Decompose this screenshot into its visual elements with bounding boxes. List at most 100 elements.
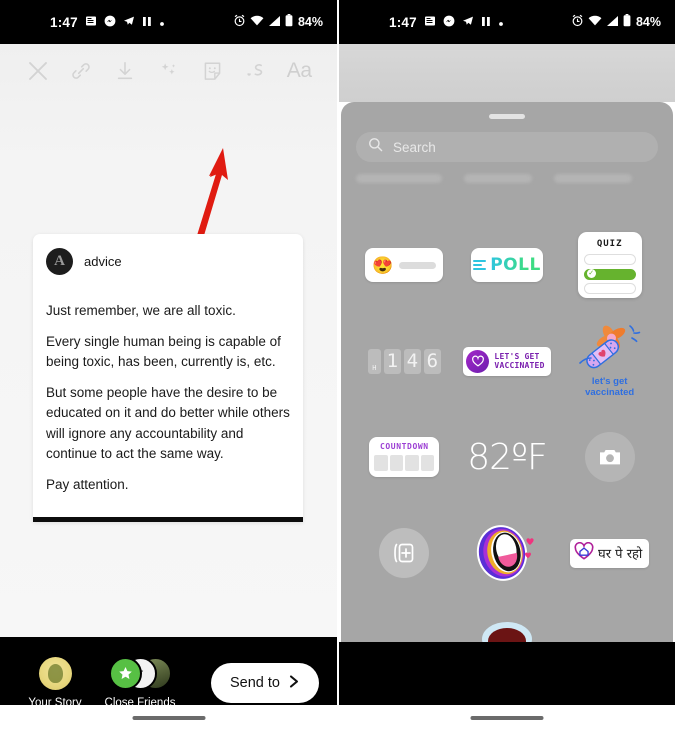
countdown-digit: 6 xyxy=(423,348,441,374)
sticker-row: COUNTDOWN 82ºF xyxy=(341,409,673,505)
status-left-group: 1:47 xyxy=(389,15,504,30)
wifi-icon xyxy=(250,15,264,30)
avatar: A xyxy=(46,248,73,275)
story-editor-canvas: Aa A advice Just remember, we are all to… xyxy=(0,44,337,637)
android-nav-area xyxy=(339,705,675,729)
close-friends-avatars: CF xyxy=(109,657,172,690)
countdown-unit: H xyxy=(367,348,381,374)
ghar-pe-raho-sticker[interactable]: घर पे रहो xyxy=(558,538,661,568)
telegram-icon xyxy=(123,15,135,30)
add-yours-sticker[interactable] xyxy=(353,528,456,578)
home-indicator[interactable] xyxy=(470,716,544,720)
quiz-sticker[interactable]: QUIZ xyxy=(558,232,661,298)
countdown-number-sticker[interactable]: H 1 4 6 xyxy=(353,348,456,374)
effects-icon[interactable] xyxy=(147,46,191,96)
emoji-slider-sticker[interactable]: 😍 xyxy=(353,248,456,282)
status-time: 1:47 xyxy=(389,14,417,30)
slider-track xyxy=(398,261,437,269)
quiz-option xyxy=(583,283,636,294)
telegram-icon xyxy=(462,15,474,30)
close-friends-button[interactable]: CF Close Friends xyxy=(92,657,188,709)
send-to-button[interactable]: Send to xyxy=(211,663,319,703)
status-bar-left: 1:47 84% xyxy=(0,0,337,44)
battery-percent: 84% xyxy=(635,15,661,29)
quiz-label: QUIZ xyxy=(596,239,623,249)
countdown-boxes xyxy=(374,455,435,471)
blurred-chip xyxy=(356,174,442,183)
send-to-label: Send to xyxy=(230,675,280,691)
blurred-chip xyxy=(554,174,632,183)
link-icon[interactable] xyxy=(60,46,104,96)
your-story-button[interactable]: Your Story xyxy=(18,657,92,709)
download-icon[interactable] xyxy=(103,46,147,96)
vax-art-line-2: vaccinated xyxy=(585,387,635,398)
heart-home-icon xyxy=(574,541,594,565)
pause-icon xyxy=(142,15,152,30)
sticker-row: 😍 POLL QUIZ xyxy=(341,217,673,313)
status-time: 1:47 xyxy=(50,14,78,30)
lets-get-vaccinated-art-sticker[interactable]: let's get vaccinated xyxy=(558,323,661,399)
sticker-tray: Search 😍 POLL QUIZ ✓ H 1 4 6 LET'S GET V… xyxy=(341,102,673,656)
quiz-option xyxy=(583,254,636,265)
story-text-card: A advice Just remember, we are all toxic… xyxy=(33,234,303,523)
search-input[interactable]: Search xyxy=(356,132,658,162)
search-icon xyxy=(368,137,383,157)
text-icon-label: Aa xyxy=(286,59,312,82)
messenger-icon xyxy=(443,15,455,30)
story-toolbar: Aa xyxy=(0,44,337,98)
card-paragraph: Pay attention. xyxy=(46,476,129,492)
card-header: A advice xyxy=(46,248,290,275)
bandage-flower-icon xyxy=(578,325,640,369)
home-indicator[interactable] xyxy=(132,716,205,720)
add-yours-icon xyxy=(379,528,430,578)
vax-line-2: VACCINATED xyxy=(494,361,545,370)
alarm-icon xyxy=(233,14,246,30)
lets-get-vaccinated-pill-sticker[interactable]: LET'S GET VACCINATED xyxy=(456,346,559,376)
android-nav-area xyxy=(0,705,337,729)
countdown-label: COUNTDOWN xyxy=(379,442,429,451)
messenger-icon xyxy=(104,15,116,30)
camera-icon xyxy=(584,432,635,482)
bottom-black-area xyxy=(339,642,675,705)
countdown-digit: 1 xyxy=(383,348,401,374)
battery-icon xyxy=(285,14,293,30)
search-placeholder: Search xyxy=(393,139,436,155)
status-left-group: 1:47 xyxy=(50,15,165,30)
poll-lines-icon xyxy=(473,260,487,270)
quiz-option-correct xyxy=(583,268,636,280)
left-phone-screen: 1:47 84% Aa A advice Just remember, we a… xyxy=(0,0,337,729)
sticker-row: H 1 4 6 LET'S GET VACCINATED let's get v… xyxy=(341,313,673,409)
pause-icon xyxy=(481,15,491,30)
sticker-icon[interactable] xyxy=(190,46,234,96)
close-friends-star-icon xyxy=(109,657,142,690)
status-right-group: 84% xyxy=(571,14,661,30)
recent-stickers-row-blurred xyxy=(341,162,673,183)
mouth-icon xyxy=(474,522,540,584)
card-paragraph: But some people have the desire to be ed… xyxy=(46,384,290,462)
temperature-label: 82ºF xyxy=(467,436,547,478)
partial-sticker-next-row[interactable] xyxy=(481,620,533,656)
signal-icon xyxy=(268,15,281,30)
news-icon xyxy=(85,15,97,30)
card-paragraph: Every single human being is capable of b… xyxy=(46,333,281,370)
dual-screenshot: 1:47 84% Aa A advice Just remember, we a… xyxy=(0,0,675,729)
card-paragraph: Just remember, we are all toxic. xyxy=(46,303,236,318)
dimmed-story-background xyxy=(339,44,675,102)
alarm-icon xyxy=(571,14,584,30)
countdown-sticker[interactable]: COUNTDOWN xyxy=(353,437,456,477)
sticker-row: घर पे रहो xyxy=(341,505,673,601)
close-icon[interactable] xyxy=(16,46,60,96)
heart-icon xyxy=(466,349,490,373)
mouth-sticker[interactable] xyxy=(456,522,559,584)
right-phone-screen: 1:47 84% Search 😍 POLL QUIZ ✓ H 1 4 6 LE… xyxy=(339,0,675,729)
news-icon xyxy=(424,15,436,30)
poll-sticker[interactable]: POLL xyxy=(456,248,559,282)
camera-sticker[interactable] xyxy=(558,432,661,482)
emoji-slider-emoji: 😍 xyxy=(372,255,394,275)
temperature-sticker[interactable]: 82ºF xyxy=(456,437,559,478)
drag-handle[interactable] xyxy=(489,114,525,119)
battery-icon xyxy=(623,14,631,30)
draw-icon[interactable] xyxy=(234,46,278,96)
text-icon[interactable]: Aa xyxy=(277,46,321,96)
dot-icon xyxy=(498,15,504,30)
